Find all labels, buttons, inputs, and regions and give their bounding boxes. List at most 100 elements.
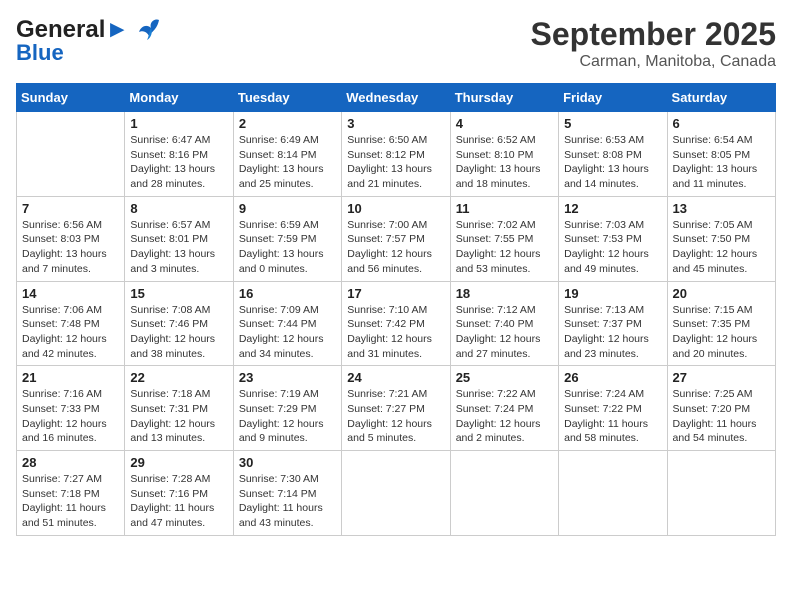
calendar-cell: 3 Sunrise: 6:50 AMSunset: 8:12 PMDaylight…	[342, 112, 450, 197]
day-info: Sunrise: 7:12 AMSunset: 7:40 PMDaylight:…	[456, 303, 553, 362]
day-number: 26	[564, 370, 661, 385]
calendar-table: SundayMondayTuesdayWednesdayThursdayFrid…	[16, 83, 776, 536]
day-info: Sunrise: 7:08 AMSunset: 7:46 PMDaylight:…	[130, 303, 227, 362]
calendar-cell	[450, 451, 558, 536]
day-info: Sunrise: 7:18 AMSunset: 7:31 PMDaylight:…	[130, 387, 227, 446]
day-number: 12	[564, 201, 661, 216]
day-header-thursday: Thursday	[450, 84, 558, 112]
day-info: Sunrise: 7:10 AMSunset: 7:42 PMDaylight:…	[347, 303, 444, 362]
page-header: General► Blue September 2025 Carman, Man…	[16, 16, 776, 71]
calendar-cell: 11 Sunrise: 7:02 AMSunset: 7:55 PMDayligh…	[450, 196, 558, 281]
calendar-cell: 16 Sunrise: 7:09 AMSunset: 7:44 PMDayligh…	[233, 281, 341, 366]
calendar-cell	[559, 451, 667, 536]
day-number: 1	[130, 116, 227, 131]
day-info: Sunrise: 6:47 AMSunset: 8:16 PMDaylight:…	[130, 133, 227, 192]
logo: General► Blue	[16, 16, 163, 66]
day-number: 4	[456, 116, 553, 131]
calendar-cell: 27Sunrise: 7:25 AMSunset: 7:20 PMDayligh…	[667, 366, 775, 451]
calendar-cell: 2Sunrise: 6:49 AMSunset: 8:14 PMDaylight…	[233, 112, 341, 197]
location: Carman, Manitoba, Canada	[531, 53, 776, 71]
day-number: 21	[22, 370, 119, 385]
day-number: 16	[239, 286, 336, 301]
day-number: 13	[673, 201, 770, 216]
day-info: Sunrise: 6:52 AMSunset: 8:10 PMDaylight:…	[456, 133, 553, 192]
calendar-cell: 29 Sunrise: 7:28 AMSunset: 7:16 PMDayligh…	[125, 451, 233, 536]
day-number: 8	[130, 201, 227, 216]
day-header-tuesday: Tuesday	[233, 84, 341, 112]
day-header-friday: Friday	[559, 84, 667, 112]
calendar-cell: 25 Sunrise: 7:22 AMSunset: 7:24 PMDayligh…	[450, 366, 558, 451]
calendar-cell: 22Sunrise: 7:18 AMSunset: 7:31 PMDayligh…	[125, 366, 233, 451]
calendar-cell: 30 Sunrise: 7:30 AMSunset: 7:14 PMDayligh…	[233, 451, 341, 536]
calendar-cell: 18Sunrise: 7:12 AMSunset: 7:40 PMDayligh…	[450, 281, 558, 366]
day-info: Sunrise: 7:30 AMSunset: 7:14 PMDaylight:…	[239, 472, 336, 531]
month-title: September 2025	[531, 16, 776, 53]
day-info: Sunrise: 7:28 AMSunset: 7:16 PMDaylight:…	[130, 472, 227, 531]
day-number: 19	[564, 286, 661, 301]
day-info: Sunrise: 7:22 AMSunset: 7:24 PMDaylight:…	[456, 387, 553, 446]
day-number: 11	[456, 201, 553, 216]
day-info: Sunrise: 7:06 AMSunset: 7:48 PMDaylight:…	[22, 303, 119, 362]
logo-bird-icon	[131, 16, 163, 44]
day-info: Sunrise: 7:00 AMSunset: 7:57 PMDaylight:…	[347, 218, 444, 277]
calendar-week-4: 21 Sunrise: 7:16 AMSunset: 7:33 PMDayligh…	[17, 366, 776, 451]
calendar-week-3: 14 Sunrise: 7:06 AMSunset: 7:48 PMDayligh…	[17, 281, 776, 366]
day-info: Sunrise: 7:16 AMSunset: 7:33 PMDaylight:…	[22, 387, 119, 446]
day-number: 20	[673, 286, 770, 301]
day-info: Sunrise: 7:24 AMSunset: 7:22 PMDaylight:…	[564, 387, 661, 446]
calendar-cell: 7 Sunrise: 6:56 AMSunset: 8:03 PMDaylight…	[17, 196, 125, 281]
calendar-cell: 28Sunrise: 7:27 AMSunset: 7:18 PMDayligh…	[17, 451, 125, 536]
day-info: Sunrise: 7:03 AMSunset: 7:53 PMDaylight:…	[564, 218, 661, 277]
day-info: Sunrise: 6:56 AMSunset: 8:03 PMDaylight:…	[22, 218, 119, 277]
calendar-cell	[667, 451, 775, 536]
day-header-monday: Monday	[125, 84, 233, 112]
calendar-body: 1 Sunrise: 6:47 AMSunset: 8:16 PMDaylight…	[17, 112, 776, 536]
calendar-cell: 6Sunrise: 6:54 AMSunset: 8:05 PMDaylight…	[667, 112, 775, 197]
calendar-cell: 24 Sunrise: 7:21 AMSunset: 7:27 PMDayligh…	[342, 366, 450, 451]
calendar-cell: 23Sunrise: 7:19 AMSunset: 7:29 PMDayligh…	[233, 366, 341, 451]
calendar-cell: 19 Sunrise: 7:13 AMSunset: 7:37 PMDayligh…	[559, 281, 667, 366]
day-number: 14	[22, 286, 119, 301]
calendar-cell: 12 Sunrise: 7:03 AMSunset: 7:53 PMDayligh…	[559, 196, 667, 281]
calendar-cell: 20Sunrise: 7:15 AMSunset: 7:35 PMDayligh…	[667, 281, 775, 366]
day-number: 6	[673, 116, 770, 131]
day-number: 2	[239, 116, 336, 131]
day-number: 17	[347, 286, 444, 301]
day-number: 30	[239, 455, 336, 470]
calendar-week-1: 1 Sunrise: 6:47 AMSunset: 8:16 PMDaylight…	[17, 112, 776, 197]
day-number: 3	[347, 116, 444, 131]
calendar-cell: 21 Sunrise: 7:16 AMSunset: 7:33 PMDayligh…	[17, 366, 125, 451]
logo-blue: Blue	[16, 40, 64, 66]
day-number: 27	[673, 370, 770, 385]
calendar-cell: 10Sunrise: 7:00 AMSunset: 7:57 PMDayligh…	[342, 196, 450, 281]
day-number: 5	[564, 116, 661, 131]
day-number: 23	[239, 370, 336, 385]
calendar-cell: 9Sunrise: 6:59 AMSunset: 7:59 PMDaylight…	[233, 196, 341, 281]
calendar-cell: 4 Sunrise: 6:52 AMSunset: 8:10 PMDaylight…	[450, 112, 558, 197]
calendar-cell	[342, 451, 450, 536]
calendar-cell: 26 Sunrise: 7:24 AMSunset: 7:22 PMDayligh…	[559, 366, 667, 451]
day-info: Sunrise: 7:13 AMSunset: 7:37 PMDaylight:…	[564, 303, 661, 362]
day-info: Sunrise: 7:02 AMSunset: 7:55 PMDaylight:…	[456, 218, 553, 277]
day-info: Sunrise: 7:21 AMSunset: 7:27 PMDaylight:…	[347, 387, 444, 446]
calendar-cell: 13Sunrise: 7:05 AMSunset: 7:50 PMDayligh…	[667, 196, 775, 281]
day-header-wednesday: Wednesday	[342, 84, 450, 112]
day-info: Sunrise: 6:50 AMSunset: 8:12 PMDaylight:…	[347, 133, 444, 192]
calendar-cell: 1 Sunrise: 6:47 AMSunset: 8:16 PMDaylight…	[125, 112, 233, 197]
day-info: Sunrise: 6:57 AMSunset: 8:01 PMDaylight:…	[130, 218, 227, 277]
day-number: 25	[456, 370, 553, 385]
day-info: Sunrise: 6:53 AMSunset: 8:08 PMDaylight:…	[564, 133, 661, 192]
day-header-saturday: Saturday	[667, 84, 775, 112]
day-info: Sunrise: 7:27 AMSunset: 7:18 PMDaylight:…	[22, 472, 119, 531]
day-number: 24	[347, 370, 444, 385]
calendar-cell: 15 Sunrise: 7:08 AMSunset: 7:46 PMDayligh…	[125, 281, 233, 366]
day-number: 29	[130, 455, 227, 470]
title-block: September 2025 Carman, Manitoba, Canada	[531, 16, 776, 71]
day-header-sunday: Sunday	[17, 84, 125, 112]
calendar-cell: 5 Sunrise: 6:53 AMSunset: 8:08 PMDaylight…	[559, 112, 667, 197]
calendar-cell: 8 Sunrise: 6:57 AMSunset: 8:01 PMDaylight…	[125, 196, 233, 281]
calendar-week-2: 7 Sunrise: 6:56 AMSunset: 8:03 PMDaylight…	[17, 196, 776, 281]
day-info: Sunrise: 7:09 AMSunset: 7:44 PMDaylight:…	[239, 303, 336, 362]
day-number: 7	[22, 201, 119, 216]
day-number: 15	[130, 286, 227, 301]
